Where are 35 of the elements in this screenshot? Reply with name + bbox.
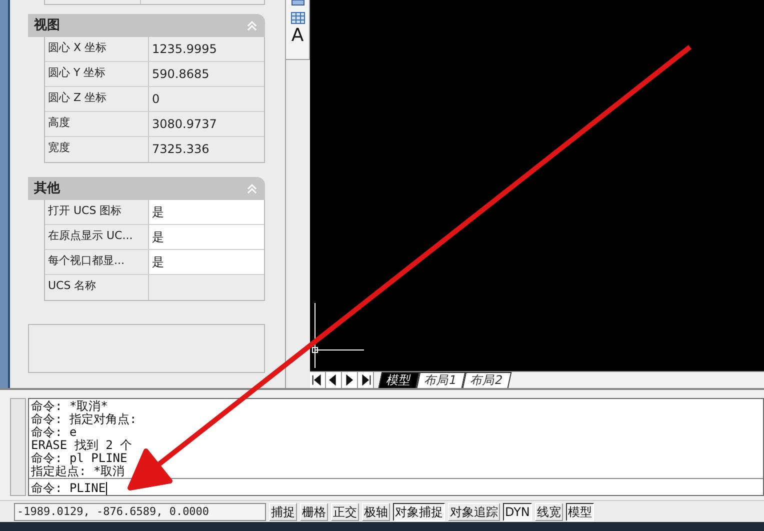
status-toggle[interactable]: 线宽 bbox=[534, 502, 563, 520]
status-toggle[interactable]: 极轴 bbox=[362, 502, 390, 520]
previous-page-icon[interactable] bbox=[326, 372, 342, 388]
property-value[interactable]: 是 bbox=[149, 200, 264, 224]
status-toggle[interactable]: 捕捉 bbox=[269, 502, 297, 520]
toolbar-tool-icon[interactable] bbox=[290, 0, 304, 6]
section-header[interactable]: 视图 bbox=[28, 14, 265, 37]
section-title: 视图 bbox=[34, 16, 60, 35]
command-history-line: 命令: 指定对角点: bbox=[31, 413, 138, 426]
status-toggle[interactable]: 模型 bbox=[566, 502, 594, 520]
command-history-line: ERASE 找到 2 个 bbox=[31, 439, 134, 452]
next-page-icon[interactable] bbox=[342, 372, 358, 388]
property-value[interactable]: 是 bbox=[149, 250, 264, 274]
command-history-line: 指定起点: *取消 bbox=[31, 465, 126, 478]
text-tool-button[interactable]: A bbox=[291, 25, 304, 47]
layout-tab[interactable]: 布局1 bbox=[416, 372, 466, 388]
table-icon[interactable] bbox=[290, 12, 304, 24]
status-toggle[interactable]: 正交 bbox=[331, 502, 359, 520]
status-toggle[interactable]: 对象追踪 bbox=[448, 502, 500, 520]
command-history-line: 命令: *取消* bbox=[31, 400, 109, 413]
first-page-icon[interactable] bbox=[310, 372, 326, 388]
layout-tab[interactable]: 布局2 bbox=[462, 372, 511, 388]
status-toggle[interactable]: 对象捕捉 bbox=[393, 502, 445, 520]
text-cursor bbox=[106, 482, 107, 494]
status-toggle[interactable]: DYN bbox=[503, 502, 532, 520]
status-toggle[interactable]: 栅格 bbox=[300, 502, 328, 520]
command-history-line: 命令: pl PLINE bbox=[31, 452, 128, 465]
last-page-icon[interactable] bbox=[358, 372, 374, 388]
command-history-line: 命令: e bbox=[31, 426, 78, 439]
section-header[interactable]: 其他 bbox=[28, 177, 265, 200]
property-value[interactable]: 是 bbox=[149, 225, 264, 249]
layout-tab[interactable]: 模型 bbox=[378, 372, 420, 388]
coordinates-display: -1989.0129, -876.6589, 0.0000 bbox=[14, 502, 266, 520]
crosshair-cursor-icon bbox=[312, 303, 364, 368]
section-title: 其他 bbox=[34, 180, 60, 198]
